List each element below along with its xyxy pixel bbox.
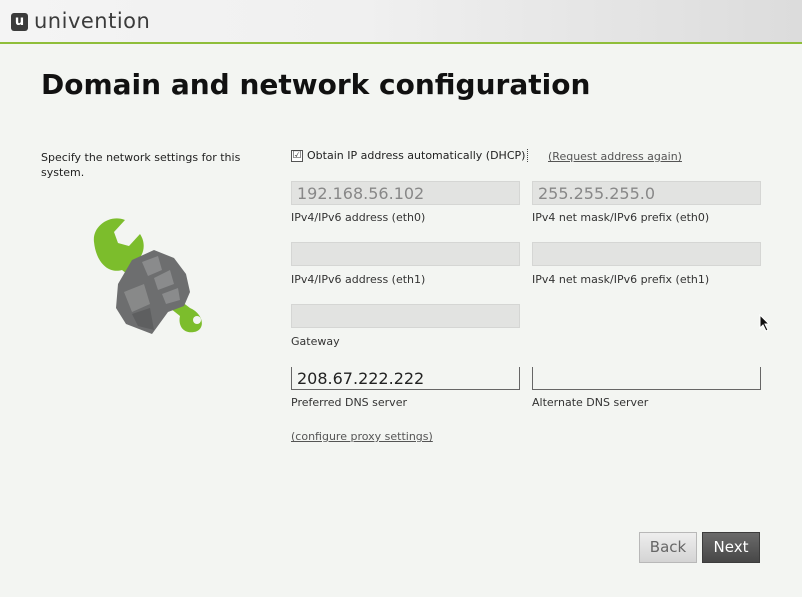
univention-logo-icon: u <box>11 13 28 31</box>
header-accent-line <box>0 42 802 44</box>
alternate-dns-label: Alternate DNS server <box>532 396 649 409</box>
mask-eth0-input[interactable]: 255.255.255.0 <box>532 181 761 205</box>
wrench-hand-icon <box>93 218 202 334</box>
next-button[interactable]: Next <box>702 532 760 563</box>
mask-eth0-label: IPv4 net mask/IPv6 prefix (eth0) <box>532 211 710 224</box>
back-button[interactable]: Back <box>639 532 697 563</box>
gateway-input[interactable] <box>291 304 520 328</box>
alternate-dns-input[interactable] <box>532 367 761 390</box>
mouse-pointer-icon <box>759 314 771 332</box>
mask-eth1-label: IPv4 net mask/IPv6 prefix (eth1) <box>532 273 710 286</box>
ip-eth0-input[interactable]: 192.168.56.102 <box>291 181 520 205</box>
page-title: Domain and network configuration <box>41 68 591 101</box>
ip-eth0-label: IPv4/IPv6 address (eth0) <box>291 211 426 224</box>
dhcp-label[interactable]: Obtain IP address automatically (DHCP) <box>305 149 529 162</box>
request-address-link[interactable]: (Request address again) <box>548 150 682 163</box>
header-bar: u univention <box>0 0 802 42</box>
mask-eth1-input[interactable] <box>532 242 761 266</box>
gateway-label: Gateway <box>291 335 340 348</box>
preferred-dns-label: Preferred DNS server <box>291 396 407 409</box>
intro-text: Specify the network settings for this sy… <box>41 151 241 179</box>
configure-proxy-link[interactable]: (configure proxy settings) <box>291 430 433 443</box>
dhcp-checkbox[interactable]: ☑ <box>291 150 303 162</box>
preferred-dns-input[interactable]: 208.67.222.222 <box>291 367 520 390</box>
ip-eth1-label: IPv4/IPv6 address (eth1) <box>291 273 426 286</box>
ip-eth1-input[interactable] <box>291 242 520 266</box>
brand-name: univention <box>34 9 151 33</box>
